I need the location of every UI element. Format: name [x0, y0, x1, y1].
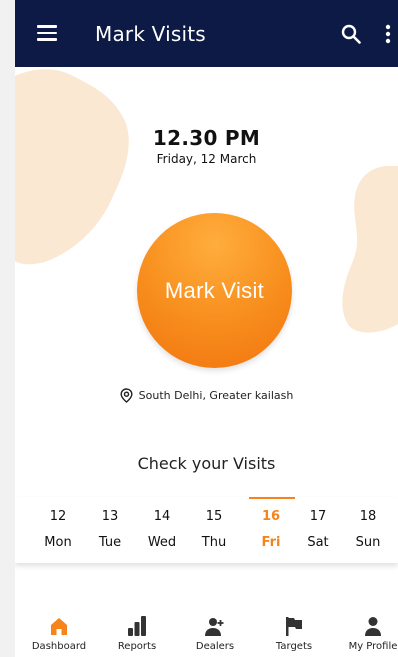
bottom-navigation: Dashboard Reports Dealers Targets My Pro…: [15, 608, 398, 657]
mark-visits-screen: Mark Visits 12.30 PM Friday, 12 March Ma…: [15, 0, 398, 657]
day-mon[interactable]: 12 Mon: [33, 497, 83, 563]
day-name: Sat: [307, 535, 329, 550]
nav-dashboard[interactable]: Dashboard: [19, 608, 99, 657]
day-number: 14: [153, 509, 171, 524]
add-user-icon: [205, 618, 224, 636]
day-number: 18: [359, 509, 377, 524]
nav-dealers[interactable]: Dealers: [175, 608, 255, 657]
day-sun[interactable]: 18 Sun: [343, 497, 393, 563]
day-name: Mon: [44, 535, 72, 550]
day-number: 12: [49, 509, 67, 524]
flag-icon: [286, 617, 302, 636]
day-sat[interactable]: 17 Sat: [293, 497, 343, 563]
nav-label: Dealers: [195, 641, 235, 652]
location-pin-icon: [120, 388, 133, 403]
day-name: Sun: [355, 535, 381, 550]
current-date: Friday, 12 March: [156, 152, 257, 166]
search-icon[interactable]: [341, 24, 361, 44]
nav-reports[interactable]: Reports: [97, 608, 177, 657]
day-number: 17: [309, 509, 327, 524]
day-name: Tue: [98, 535, 122, 550]
day-tue[interactable]: 13 Tue: [85, 497, 135, 563]
check-visits-title: Check your Visits: [137, 454, 276, 473]
more-vertical-icon[interactable]: [385, 24, 391, 44]
mark-visit-label: Mark Visit: [164, 277, 265, 303]
decorative-blob-right: [342, 166, 398, 333]
home-icon: [51, 618, 67, 635]
nav-label: My Profile: [348, 641, 398, 652]
nav-label: Reports: [117, 641, 157, 652]
bar-chart-icon: [128, 616, 146, 636]
current-location: South Delhi, Greater kailash: [15, 388, 398, 403]
decorative-blob-left: [15, 69, 129, 265]
hamburger-menu-icon[interactable]: [37, 25, 57, 41]
day-name: Fri: [261, 535, 281, 550]
day-name: Wed: [147, 535, 177, 550]
nav-targets[interactable]: Targets: [254, 608, 334, 657]
day-wed[interactable]: 14 Wed: [137, 497, 187, 563]
day-name: Thu: [201, 535, 227, 550]
day-fri[interactable]: 16 Fri: [246, 497, 296, 563]
nav-label: Dashboard: [31, 641, 87, 652]
nav-my-profile[interactable]: My Profile: [333, 608, 398, 657]
current-time: 12.30 PM: [152, 126, 261, 150]
day-thu[interactable]: 15 Thu: [189, 497, 239, 563]
mark-visit-button[interactable]: Mark Visit: [137, 213, 292, 368]
person-icon: [365, 617, 381, 636]
nav-label: Targets: [275, 641, 313, 652]
day-number: 15: [205, 509, 223, 524]
day-number: 16: [261, 509, 281, 524]
app-bar: Mark Visits: [15, 0, 398, 67]
selected-day-indicator: [249, 497, 295, 499]
page-title: Mark Visits: [95, 22, 206, 46]
location-text: South Delhi, Greater kailash: [138, 389, 294, 402]
week-day-selector: 12 Mon 13 Tue 14 Wed 15 Thu 16 Fri 17 Sa…: [15, 497, 398, 563]
day-number: 13: [101, 509, 119, 524]
